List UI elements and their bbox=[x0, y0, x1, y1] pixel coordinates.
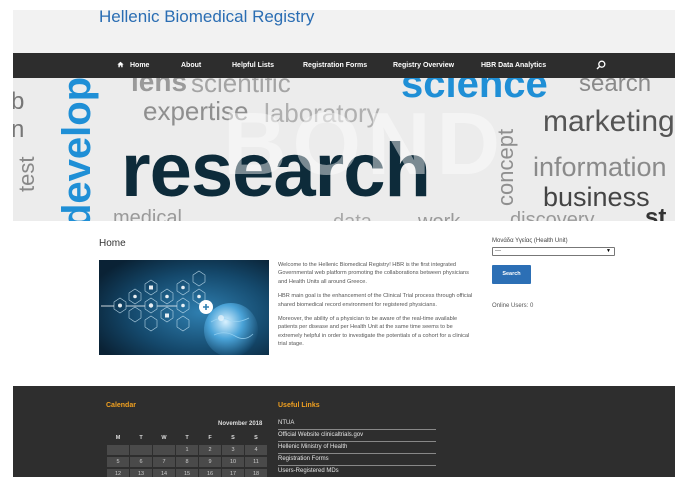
health-unit-select[interactable]: --- ▼ bbox=[492, 247, 615, 256]
banner-watermark-bond: BOND bbox=[223, 94, 507, 193]
nav-helpful-lists[interactable]: Helpful Lists bbox=[232, 53, 274, 78]
banner-word-search: search bbox=[579, 78, 652, 97]
page-title: Home bbox=[99, 238, 126, 249]
banner-word-business: business bbox=[543, 182, 650, 212]
calendar-weekday: W bbox=[161, 435, 167, 441]
calendar-weekday: T bbox=[185, 435, 189, 441]
page-frame: Hellenic Biomedical Registry Home About … bbox=[13, 10, 675, 477]
intro-paragraph-3: Moreover, the ability of a physician to … bbox=[278, 316, 470, 348]
nav-home[interactable]: Home bbox=[130, 53, 149, 78]
banner-word-marketing: marketing bbox=[543, 105, 675, 138]
link-registered-mds[interactable]: Users-Registered MDs bbox=[278, 466, 436, 477]
useful-links-title: Useful Links bbox=[278, 402, 320, 409]
calendar-weekday: S bbox=[254, 435, 258, 441]
site-title[interactable]: Hellenic Biomedical Registry bbox=[99, 10, 314, 27]
link-clinicaltrials[interactable]: Official Website clinicaltrials.gov bbox=[278, 430, 436, 442]
link-ntua[interactable]: NTUA bbox=[278, 418, 436, 430]
biomedical-network-illustration bbox=[99, 260, 269, 355]
calendar-empty-cell bbox=[107, 445, 129, 455]
banner-word-st: st bbox=[645, 204, 667, 222]
link-registration-forms[interactable]: Registration Forms bbox=[278, 454, 436, 466]
calendar-weekday: S bbox=[231, 435, 235, 441]
health-unit-select-value: --- bbox=[495, 248, 501, 254]
calendar-day[interactable]: 17 bbox=[222, 469, 244, 477]
calendar-day[interactable]: 13 bbox=[130, 469, 152, 477]
intro-text: Welcome to the Hellenic Biomedical Regis… bbox=[278, 261, 473, 355]
nav-registration-forms[interactable]: Registration Forms bbox=[303, 53, 367, 78]
site-footer: Calendar November 2018 MTWTFSS1234567891… bbox=[13, 386, 675, 477]
banner-word-b: b bbox=[13, 88, 25, 115]
nav-hbr-data-analytics[interactable]: HBR Data Analytics bbox=[481, 53, 546, 78]
calendar-weekday: T bbox=[139, 435, 143, 441]
calendar-day[interactable]: 14 bbox=[153, 469, 175, 477]
banner-word-medical: medical bbox=[113, 207, 182, 221]
banner-word-information: information bbox=[533, 152, 667, 182]
link-ministry-of-health[interactable]: Hellenic Ministry of Health bbox=[278, 442, 436, 454]
main-nav: Home About Helpful Lists Registration Fo… bbox=[13, 53, 675, 78]
site-header: Hellenic Biomedical Registry bbox=[13, 10, 675, 53]
banner-word-n: n bbox=[13, 116, 25, 143]
calendar-empty-cell bbox=[153, 445, 175, 455]
calendar-day[interactable]: 2 bbox=[199, 445, 221, 455]
calendar-weekday: F bbox=[208, 435, 212, 441]
intro-paragraph-1: Welcome to the Hellenic Biomedical Regis… bbox=[278, 262, 469, 285]
calendar-day[interactable]: 6 bbox=[130, 457, 152, 467]
calendar-day[interactable]: 3 bbox=[222, 445, 244, 455]
calendar-day[interactable]: 8 bbox=[176, 457, 198, 467]
calendar-day[interactable]: 5 bbox=[107, 457, 129, 467]
banner-word-work: work bbox=[418, 212, 460, 221]
calendar-title: Calendar bbox=[106, 402, 136, 409]
nav-about[interactable]: About bbox=[181, 53, 201, 78]
calendar-day[interactable]: 9 bbox=[199, 457, 221, 467]
calendar-day[interactable]: 4 bbox=[245, 445, 267, 455]
calendar-day[interactable]: 1 bbox=[176, 445, 198, 455]
banner-word-data: data bbox=[333, 212, 372, 221]
health-unit-label: Μονάδα Υγείας (Health Unit) bbox=[492, 238, 568, 244]
online-users: Online Users: 0 bbox=[492, 303, 534, 309]
calendar-day[interactable]: 18 bbox=[245, 469, 267, 477]
calendar-month: November 2018 bbox=[218, 421, 263, 427]
banner-word-develop: develop bbox=[55, 78, 99, 221]
dropdown-arrow-icon: ▼ bbox=[606, 248, 611, 254]
banner-word-lens: lens bbox=[131, 78, 188, 97]
calendar-day[interactable]: 7 bbox=[153, 457, 175, 467]
calendar-day[interactable]: 12 bbox=[107, 469, 129, 477]
calendar-day[interactable]: 15 bbox=[176, 469, 198, 477]
calendar-empty-cell bbox=[130, 445, 152, 455]
hero-banner: lens scientific science search expertise… bbox=[13, 78, 675, 221]
nav-registry-overview[interactable]: Registry Overview bbox=[393, 53, 454, 78]
calendar-weekday: M bbox=[115, 435, 121, 441]
banner-word-discovery: discovery bbox=[510, 209, 595, 221]
calendar-day[interactable]: 16 bbox=[199, 469, 221, 477]
search-icon[interactable] bbox=[596, 60, 606, 70]
search-button[interactable]: Search bbox=[492, 265, 531, 284]
calendar-day[interactable]: 10 bbox=[222, 457, 244, 467]
home-icon[interactable] bbox=[117, 61, 124, 68]
intro-paragraph-2: HBR main goal is the enhancement of the … bbox=[278, 293, 473, 308]
biomedical-network-image bbox=[99, 260, 269, 355]
calendar-day[interactable]: 11 bbox=[245, 457, 267, 467]
banner-word-test: test bbox=[14, 156, 39, 192]
